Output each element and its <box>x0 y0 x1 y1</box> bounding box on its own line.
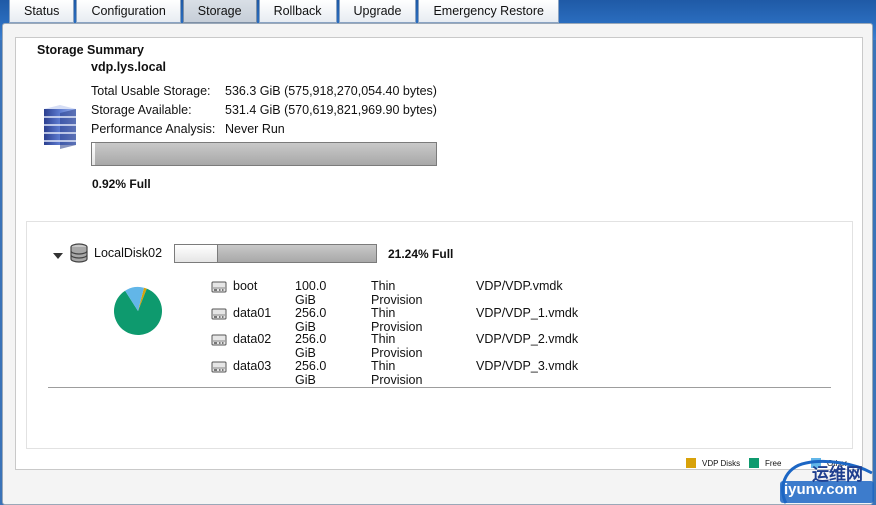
legend-label-vdp-disks: VDP Disks <box>702 458 741 468</box>
legend-swatch-vdp-disks <box>686 458 696 468</box>
vdisk-name: data01 <box>233 306 272 320</box>
vdisk-size: 256.0 GiB <box>295 306 327 334</box>
performance-analysis-value: Never Run <box>225 122 285 136</box>
storage-usage-label: 0.92% Full <box>92 177 151 191</box>
vdisk-file: VDP/VDP_2.vmdk <box>476 332 579 346</box>
vdisk-provision: Thin Provision <box>371 279 423 307</box>
storage-array-icon <box>40 103 80 154</box>
hard-drive-icon <box>211 280 227 297</box>
storage-available-value: 531.4 GiB (570,619,821,969.90 bytes) <box>225 103 437 117</box>
total-usable-value: 536.3 GiB (575,918,270,054.40 bytes) <box>225 84 437 98</box>
total-usable-label: Total Usable Storage: <box>91 84 211 98</box>
disk-detail-panel: LocalDisk02 21.24% Full boot 100.0 GiB T… <box>26 221 853 449</box>
hard-drive-icon <box>211 307 227 324</box>
hard-drive-icon <box>211 333 227 350</box>
tab-storage[interactable]: Storage <box>182 0 257 23</box>
storage-usage-fill <box>92 143 96 165</box>
vdisk-file: VDP/VDP_1.vmdk <box>476 306 579 320</box>
database-icon <box>69 243 89 266</box>
vdisk-size: 100.0 GiB <box>295 279 327 307</box>
storage-usage-bar <box>91 142 437 166</box>
tab-status[interactable]: Status <box>9 0 75 23</box>
tab-bar: Status Configuration Storage Rollback Up… <box>9 0 561 23</box>
vdisk-provision: Thin Provision <box>371 332 423 360</box>
disk-usage-pie-chart <box>113 286 163 339</box>
performance-analysis-label: Performance Analysis: <box>91 122 216 136</box>
tab-configuration[interactable]: Configuration <box>76 0 181 23</box>
watermark-text-url: iyunv.com <box>784 481 858 498</box>
host-name: vdp.lys.local <box>91 60 167 74</box>
storage-available-label: Storage Available: <box>91 103 192 117</box>
vdisk-file: VDP/VDP_3.vmdk <box>476 359 579 373</box>
vdisk-size: 256.0 GiB <box>295 359 327 387</box>
vdisk-name: data02 <box>233 332 272 346</box>
vdisk-file: VDP/VDP.vmdk <box>476 279 563 293</box>
tab-rollback[interactable]: Rollback <box>258 0 337 23</box>
tab-upgrade[interactable]: Upgrade <box>338 0 417 23</box>
storage-panel: Storage Summary vdp.lys.local Total Usab… <box>15 37 863 470</box>
storage-tab-content: Storage Summary vdp.lys.local Total Usab… <box>2 23 873 505</box>
tab-emergency-restore[interactable]: Emergency Restore <box>418 0 559 23</box>
vdisk-name: boot <box>233 279 258 293</box>
vdisk-provision: Thin Provision <box>371 306 423 334</box>
disk-name[interactable]: LocalDisk02 <box>94 246 162 260</box>
disk-usage-label: 21.24% Full <box>388 247 454 261</box>
disk-usage-bar <box>174 244 377 263</box>
disk-usage-fill <box>175 245 218 262</box>
vdisk-name: data03 <box>233 359 272 373</box>
legend-vdp-disks: VDP Disks <box>686 456 740 470</box>
vdisk-size: 256.0 GiB <box>295 332 327 360</box>
hard-drive-icon <box>211 360 227 377</box>
chevron-down-icon[interactable] <box>53 253 63 259</box>
storage-summary-title: Storage Summary <box>37 43 144 57</box>
vdisk-provision: Thin Provision <box>371 359 423 387</box>
legend-swatch-free-space <box>749 458 759 468</box>
divider <box>48 387 831 388</box>
